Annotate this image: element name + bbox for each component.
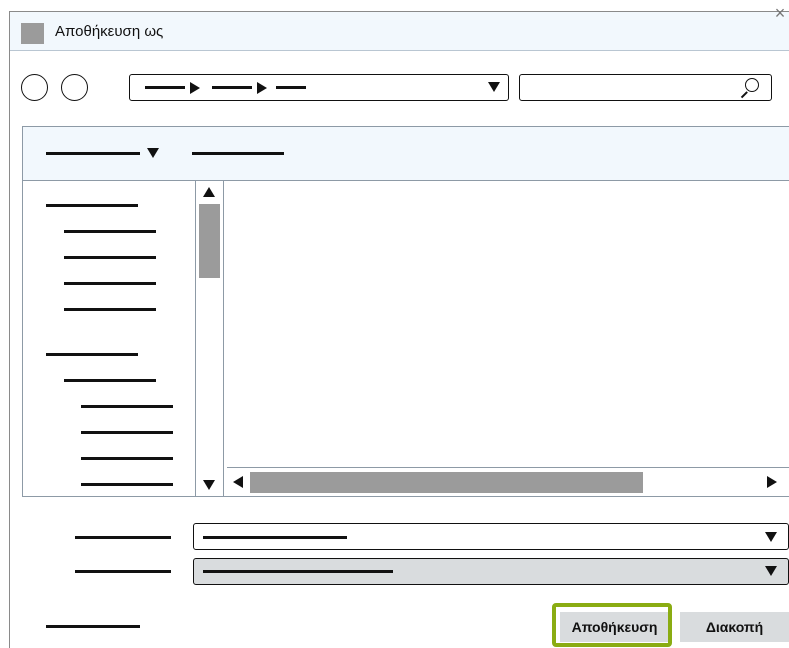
scroll-left-icon[interactable] [233, 476, 243, 488]
address-bar[interactable] [129, 74, 509, 101]
breadcrumb-segment [212, 86, 252, 89]
breadcrumb-segment [276, 86, 306, 89]
save-button-highlight [552, 603, 672, 647]
tree-item[interactable] [81, 431, 173, 434]
scroll-right-icon[interactable] [767, 476, 777, 488]
tree-item[interactable] [81, 405, 173, 408]
hide-folders-toggle[interactable] [46, 625, 140, 628]
filetype-label [75, 570, 171, 573]
tree-item[interactable] [64, 256, 156, 259]
close-icon[interactable]: × [769, 3, 789, 25]
tree-item[interactable] [46, 353, 138, 356]
breadcrumb-segment [145, 86, 185, 89]
filename-label [75, 536, 171, 539]
file-list-area[interactable] [225, 181, 789, 467]
back-circle-icon[interactable] [21, 74, 48, 101]
scroll-down-icon[interactable] [203, 480, 215, 490]
chevron-down-icon[interactable] [765, 532, 777, 542]
chevron-down-icon[interactable] [147, 148, 159, 158]
filetype-value [203, 570, 393, 573]
breadcrumb-separator-icon [257, 82, 267, 94]
tree-item[interactable] [64, 308, 156, 311]
tree-item[interactable] [64, 379, 156, 382]
toolbar-organize-menu[interactable] [46, 152, 140, 155]
filename-value [203, 536, 347, 539]
window-title: Αποθήκευση ως [55, 23, 164, 40]
app-icon [21, 23, 44, 44]
chevron-down-icon[interactable] [765, 566, 777, 576]
tree-item[interactable] [64, 230, 156, 233]
tree-item[interactable] [64, 282, 156, 285]
breadcrumb-separator-icon [190, 82, 200, 94]
tree-scroll-thumb[interactable] [199, 204, 220, 278]
scroll-up-icon[interactable] [203, 187, 215, 197]
toolbar-new-folder[interactable] [192, 152, 284, 155]
address-dropdown-icon[interactable] [488, 82, 500, 92]
title-bar: Αποθήκευση ως [10, 12, 789, 51]
cancel-button[interactable]: Διακοπή [680, 612, 789, 642]
tree-item[interactable] [81, 483, 173, 486]
hscroll-thumb[interactable] [250, 472, 643, 493]
search-input[interactable] [519, 74, 772, 101]
forward-circle-icon[interactable] [61, 74, 88, 101]
tree-item[interactable] [81, 457, 173, 460]
tree-item[interactable] [46, 204, 138, 207]
search-icon[interactable] [745, 78, 759, 92]
